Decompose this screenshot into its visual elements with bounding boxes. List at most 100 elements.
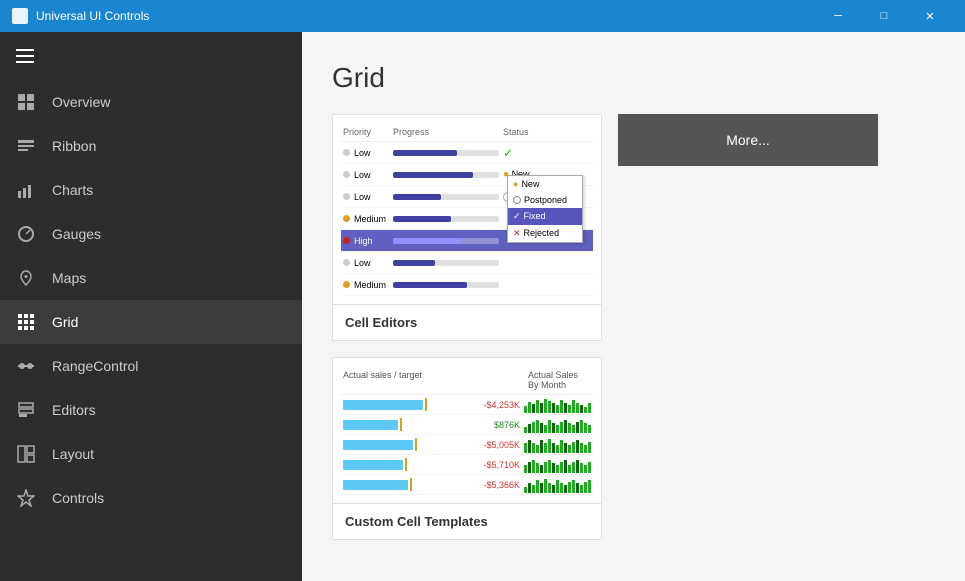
sidebar-item-editors[interactable]: Editors xyxy=(0,388,302,432)
more-button[interactable]: More... xyxy=(618,114,878,166)
sidebar-label-charts: Charts xyxy=(52,182,93,198)
progress-cell xyxy=(393,282,503,288)
bar-mini xyxy=(528,424,531,433)
bar-mini xyxy=(552,463,555,473)
dropdown-item-rejected[interactable]: ✕Rejected xyxy=(508,225,582,242)
bar-mini xyxy=(540,403,543,413)
table-row: -$4,253K xyxy=(341,395,593,415)
sidebar-header[interactable] xyxy=(0,32,302,80)
bar-mini xyxy=(524,406,527,413)
sidebar-item-layout[interactable]: Layout xyxy=(0,432,302,476)
sidebar-item-controls[interactable]: Controls xyxy=(0,476,302,520)
hamburger-button[interactable] xyxy=(16,49,34,63)
bar-mini xyxy=(560,483,563,493)
table-row: $876K xyxy=(341,415,593,435)
dropdown-item-new[interactable]: ●New xyxy=(508,176,582,192)
progress-bar-bg xyxy=(393,260,499,266)
bar-mini xyxy=(524,427,527,433)
bullet-bar xyxy=(343,480,408,490)
cell-editors-inner: Priority Progress Status Low xyxy=(333,115,601,304)
fixed-option: Fixed xyxy=(524,211,546,221)
value-cell: -$5,710K xyxy=(467,460,520,470)
dropdown-item-fixed[interactable]: ✓Fixed xyxy=(508,208,582,225)
bullet-cell xyxy=(343,458,467,471)
progress-cell xyxy=(393,172,503,178)
bar-mini xyxy=(588,480,591,493)
sidebar-item-charts[interactable]: Charts xyxy=(0,168,302,212)
progress-cell xyxy=(393,238,503,244)
bullet-target xyxy=(410,478,412,491)
sidebar-item-ribbon[interactable]: Ribbon xyxy=(0,124,302,168)
bar-mini xyxy=(552,443,555,453)
maximize-button[interactable]: □ xyxy=(861,0,907,32)
bar-mini xyxy=(528,462,531,473)
bar-mini xyxy=(528,440,531,453)
table-row: -$5,710K xyxy=(341,455,593,475)
layout-icon xyxy=(16,444,36,464)
bar-mini xyxy=(540,440,543,453)
close-button[interactable]: ✕ xyxy=(907,0,953,32)
priority-col-header: Priority xyxy=(343,127,393,137)
progress-bar-bg xyxy=(393,216,499,222)
sidebar-item-gauges[interactable]: Gauges xyxy=(0,212,302,256)
bar-mini xyxy=(548,401,551,413)
grid-icon xyxy=(16,312,36,332)
value-cell: -$5,005K xyxy=(467,440,520,450)
bullet-bar xyxy=(343,420,398,430)
hamburger-line xyxy=(16,55,34,57)
more-section: More... xyxy=(618,114,878,166)
sidebar-item-rangecontrol[interactable]: RangeControl xyxy=(0,344,302,388)
sidebar-item-overview[interactable]: Overview xyxy=(0,80,302,124)
bullet-target xyxy=(425,398,427,411)
priority-dot xyxy=(343,281,350,288)
page-title: Grid xyxy=(332,62,935,94)
bar-mini xyxy=(564,420,567,433)
table-row: Medium ●New xyxy=(341,208,593,230)
controls-icon xyxy=(16,488,36,508)
bar-mini xyxy=(552,485,555,493)
bar-mini xyxy=(548,460,551,473)
table-row: Low ✓ xyxy=(341,142,593,164)
sidebar-label-grid: Grid xyxy=(52,314,78,330)
minimize-button[interactable]: ─ xyxy=(815,0,861,32)
bar-mini xyxy=(576,403,579,413)
bar-chart-cell xyxy=(520,417,591,433)
bar-mini xyxy=(556,445,559,453)
bar-mini xyxy=(524,487,527,493)
bar-mini xyxy=(580,405,583,413)
cards-row: Priority Progress Status Low xyxy=(332,114,935,341)
sidebar-item-grid[interactable]: Grid xyxy=(0,300,302,344)
bar-mini xyxy=(580,463,583,473)
bar-mini xyxy=(588,403,591,413)
sidebar-label-layout: Layout xyxy=(52,446,94,462)
progress-bar-fill xyxy=(393,216,451,222)
bar-mini xyxy=(576,460,579,473)
priority-cell: High xyxy=(343,236,393,246)
bar-mini xyxy=(572,462,575,473)
status-dropdown[interactable]: ●New Postponed ✓Fixed ✕Rej xyxy=(507,175,583,243)
sidebar-item-maps[interactable]: Maps xyxy=(0,256,302,300)
gauges-icon xyxy=(16,224,36,244)
priority-cell: Medium xyxy=(343,214,393,224)
value-cell: $876K xyxy=(467,420,520,430)
sidebar-label-editors: Editors xyxy=(52,402,96,418)
cct-header: Actual sales / target Actual Sales By Mo… xyxy=(341,366,593,395)
progress-cell xyxy=(393,260,503,266)
sidebar-label-maps: Maps xyxy=(52,270,86,286)
dropdown-item-postponed[interactable]: Postponed xyxy=(508,192,582,208)
bar-mini xyxy=(544,399,547,413)
bar-mini xyxy=(564,460,567,473)
progress-cell xyxy=(393,194,503,200)
bullet-bar xyxy=(343,440,413,450)
titlebar: Universal UI Controls ─ □ ✕ xyxy=(0,0,965,32)
bar-mini xyxy=(544,425,547,433)
bullet-bar xyxy=(343,460,403,470)
bar-mini xyxy=(528,402,531,413)
progress-cell xyxy=(393,216,503,222)
bar-mini xyxy=(584,423,587,433)
hamburger-line xyxy=(16,49,34,51)
content-area: Grid Priority Progress Status xyxy=(302,32,965,581)
bar-mini xyxy=(580,485,583,493)
second-cards-row: Actual sales / target Actual Sales By Mo… xyxy=(332,357,935,540)
editors-icon xyxy=(16,400,36,420)
